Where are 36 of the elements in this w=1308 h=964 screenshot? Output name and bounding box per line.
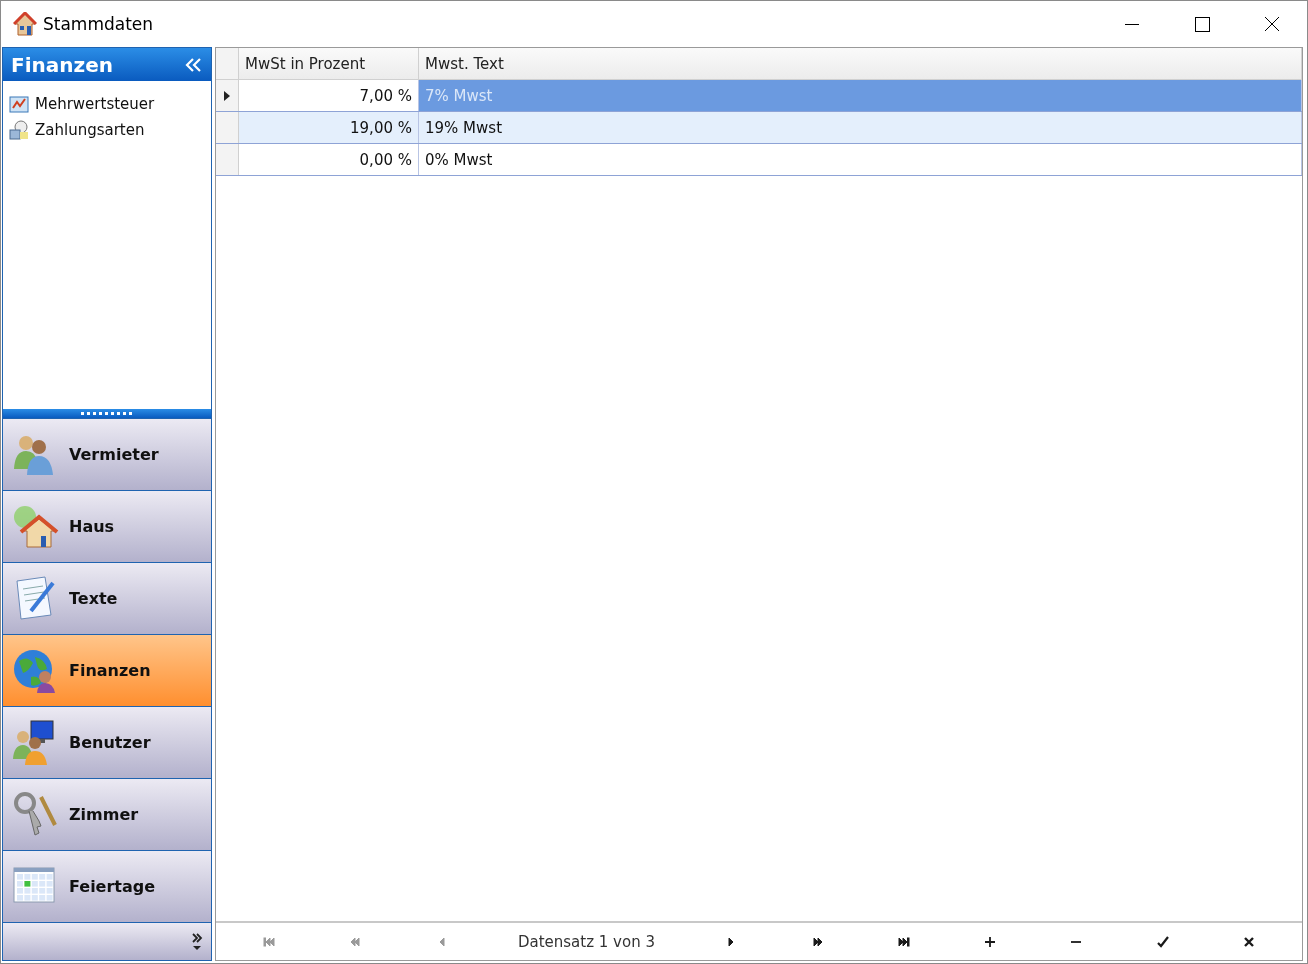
- chart-icon: [9, 94, 29, 114]
- double-right-arrow-icon: [811, 935, 824, 948]
- minimize-icon: [1125, 23, 1139, 25]
- window-title: Stammdaten: [43, 14, 155, 34]
- column-header[interactable]: MwSt in Prozent: [239, 48, 419, 79]
- navigation-group-button[interactable]: Finanzen: [3, 634, 211, 706]
- column-header[interactable]: Mwst. Text: [419, 48, 1302, 79]
- plus-icon: [984, 935, 997, 948]
- navigation-group-button[interactable]: Feiertage: [3, 850, 211, 922]
- sidebar-item[interactable]: Zahlungsarten: [3, 117, 211, 143]
- first-record-icon: [263, 935, 276, 948]
- record-counter: Datensatz 1 von 3: [517, 932, 655, 951]
- last-record-icon: [897, 935, 910, 948]
- panel-title: Finanzen: [11, 52, 113, 77]
- house-icon: [13, 12, 37, 36]
- sidebar-item[interactable]: Mehrwertsteuer: [3, 91, 211, 117]
- calculator-icon: [9, 120, 29, 140]
- table-cell[interactable]: 19% Mwst: [419, 112, 1302, 143]
- key-icon: [11, 790, 59, 839]
- more-options-button[interactable]: [191, 931, 203, 952]
- navigation-group-button[interactable]: Benutzer: [3, 706, 211, 778]
- chevron-dropdown-icon: [191, 931, 203, 952]
- collapse-button[interactable]: [185, 57, 203, 72]
- navigation-group-button[interactable]: Haus: [3, 490, 211, 562]
- splitter-handle[interactable]: [3, 409, 211, 418]
- close-icon: [1265, 17, 1279, 31]
- navigation-group-button[interactable]: Vermieter: [3, 418, 211, 490]
- maximize-icon: [1194, 16, 1210, 32]
- checkmark-icon: [1156, 935, 1169, 948]
- double-left-chevron-icon: [185, 57, 203, 72]
- row-header[interactable]: [216, 80, 239, 111]
- navigation-group-button[interactable]: Zimmer: [3, 778, 211, 850]
- navigation-group-button[interactable]: Texte: [3, 562, 211, 634]
- double-left-arrow-icon: [349, 935, 362, 948]
- table-cell[interactable]: 19,00 %: [239, 112, 419, 143]
- close-icon: [1242, 935, 1255, 948]
